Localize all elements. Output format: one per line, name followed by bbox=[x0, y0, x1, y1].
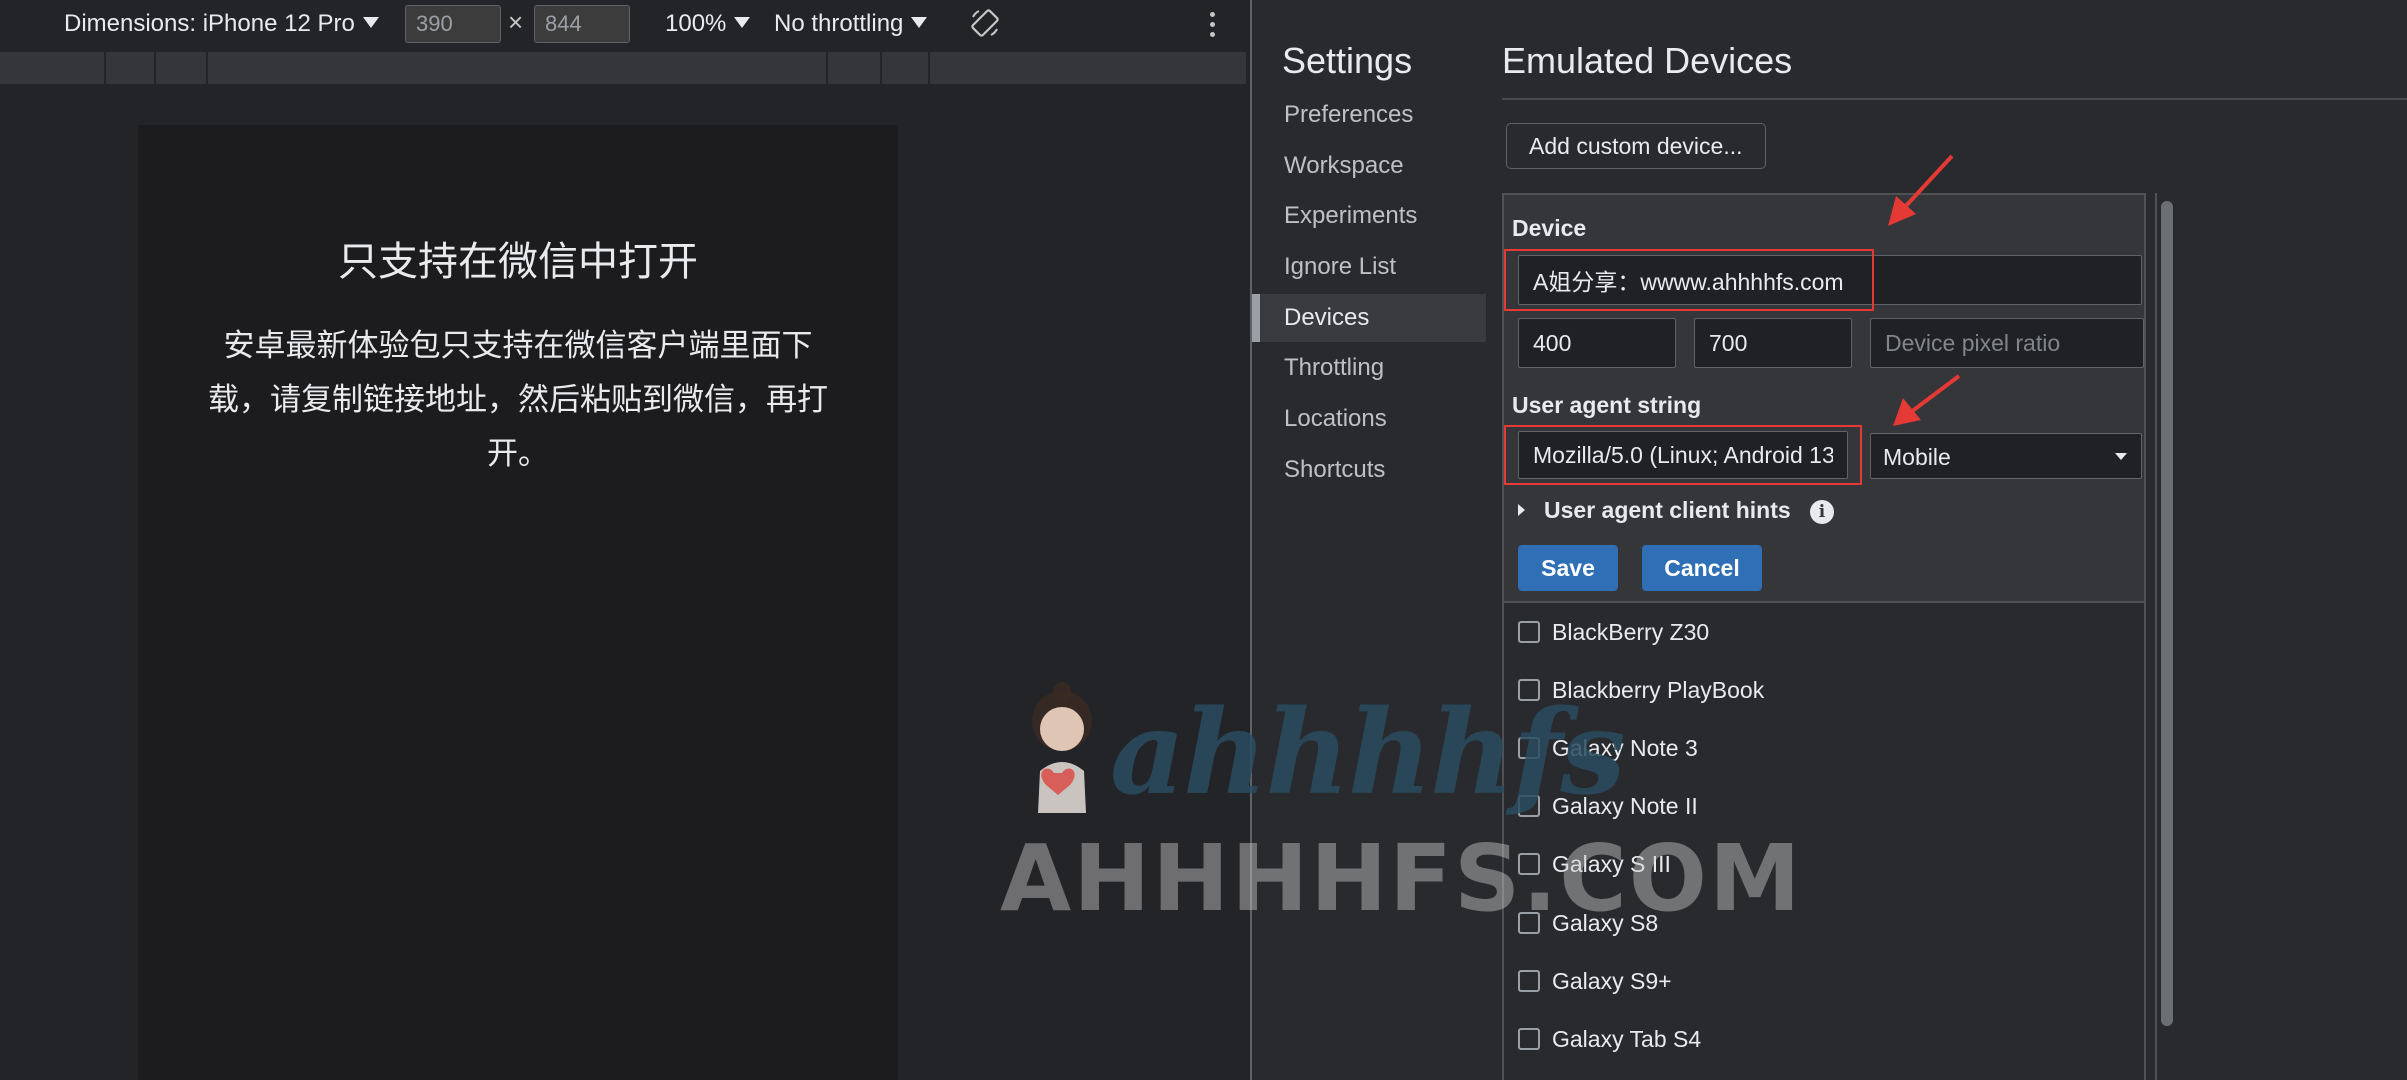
checkbox[interactable] bbox=[1518, 679, 1540, 701]
save-button[interactable]: Save bbox=[1518, 545, 1618, 591]
page-title: 只支持在微信中打开 bbox=[338, 239, 698, 285]
nav-throttling[interactable]: Throttling bbox=[1252, 344, 1486, 392]
user-agent-type-value: Mobile bbox=[1883, 444, 1951, 470]
emulated-page: 只支持在微信中打开 安卓最新体验包只支持在微信客户端里面下载，请复制链接地址，然… bbox=[138, 125, 898, 1080]
nav-locations[interactable]: Locations bbox=[1252, 395, 1486, 443]
dimensions-dropdown[interactable]: Dimensions: iPhone 12 Pro bbox=[64, 10, 379, 38]
checkbox[interactable] bbox=[1518, 621, 1540, 643]
nav-experiments[interactable]: Experiments bbox=[1252, 192, 1486, 240]
annotation-arrow-icon bbox=[1893, 374, 1961, 426]
device-height-input[interactable] bbox=[1694, 318, 1852, 368]
annotation-box-user-agent bbox=[1504, 425, 1862, 485]
add-custom-device-button[interactable]: Add custom device... bbox=[1506, 123, 1766, 169]
client-hints-label: User agent client hints bbox=[1544, 497, 1791, 523]
device-width-input[interactable] bbox=[1518, 318, 1676, 368]
annotation-box-device-name bbox=[1504, 249, 1874, 311]
nav-shortcuts[interactable]: Shortcuts bbox=[1252, 446, 1486, 494]
scrollbar-thumb[interactable] bbox=[2161, 201, 2173, 1026]
caret-down-icon bbox=[734, 17, 751, 29]
checkbox[interactable] bbox=[1518, 970, 1540, 992]
zoom-label: 100% bbox=[665, 10, 727, 37]
cancel-button[interactable]: Cancel bbox=[1642, 545, 1762, 591]
device-label: Galaxy Note II bbox=[1552, 793, 1698, 819]
scrollbar[interactable] bbox=[2155, 193, 2175, 1080]
rotate-icon[interactable] bbox=[970, 8, 1000, 38]
checkbox[interactable] bbox=[1518, 853, 1540, 875]
media-query-ruler[interactable] bbox=[0, 52, 1246, 84]
caret-down-icon bbox=[911, 17, 928, 29]
device-label: BlackBerry Z30 bbox=[1552, 619, 1710, 645]
checkbox[interactable] bbox=[1518, 912, 1540, 934]
annotation-arrow-icon bbox=[1888, 154, 1954, 226]
emulated-devices-title: Emulated Devices bbox=[1502, 40, 1793, 81]
height-input[interactable] bbox=[534, 5, 630, 43]
dimensions-label: Dimensions: iPhone 12 Pro bbox=[64, 10, 355, 37]
device-label: Galaxy S III bbox=[1552, 851, 1671, 877]
caret-right-icon bbox=[1518, 504, 1525, 516]
device-toolbar: Dimensions: iPhone 12 Pro × 100% No thro… bbox=[0, 0, 1250, 48]
title-divider bbox=[1502, 98, 2407, 100]
device-label: Galaxy Tab S4 bbox=[1552, 1026, 1702, 1052]
device-list: BlackBerry Z30 Blackberry PlayBook Galax… bbox=[1502, 603, 2146, 1080]
times-symbol: × bbox=[508, 7, 524, 37]
chevron-down-icon bbox=[2115, 453, 2127, 460]
device-label: Galaxy S8 bbox=[1552, 910, 1659, 936]
user-agent-type-select[interactable]: Mobile bbox=[1870, 433, 2142, 479]
throttling-label: No throttling bbox=[774, 10, 904, 37]
width-input[interactable] bbox=[405, 5, 501, 43]
device-section-label: Device bbox=[1512, 215, 1587, 241]
checkbox[interactable] bbox=[1518, 1028, 1540, 1050]
more-vertical-icon[interactable] bbox=[1205, 10, 1219, 40]
settings-pane: Settings Preferences Workspace Experimen… bbox=[1250, 0, 2407, 1080]
settings-title: Settings bbox=[1282, 40, 1413, 81]
checkbox[interactable] bbox=[1518, 795, 1540, 817]
device-label: Galaxy Note 3 bbox=[1552, 735, 1698, 761]
page-message: 安卓最新体验包只支持在微信客户端里面下载，请复制链接地址，然后粘贴到微信，再打开… bbox=[208, 328, 828, 472]
nav-preferences[interactable]: Preferences bbox=[1252, 91, 1486, 139]
nav-devices[interactable]: Devices bbox=[1252, 294, 1486, 342]
checkbox[interactable] bbox=[1518, 737, 1540, 759]
info-icon[interactable]: i bbox=[1810, 500, 1834, 524]
device-editor: Device User agent string Mobile User age… bbox=[1502, 193, 2146, 603]
caret-down-icon bbox=[362, 17, 379, 29]
nav-ignore-list[interactable]: Ignore List bbox=[1252, 243, 1486, 291]
device-label: Blackberry PlayBook bbox=[1552, 677, 1765, 703]
user-agent-label: User agent string bbox=[1512, 392, 1702, 418]
device-pixel-ratio-input[interactable] bbox=[1870, 318, 2144, 368]
device-label: Galaxy S9+ bbox=[1552, 968, 1672, 994]
throttling-dropdown[interactable]: No throttling bbox=[774, 10, 928, 38]
device-mode-area: Dimensions: iPhone 12 Pro × 100% No thro… bbox=[0, 0, 1250, 1080]
zoom-dropdown[interactable]: 100% bbox=[665, 10, 751, 38]
nav-workspace[interactable]: Workspace bbox=[1252, 142, 1486, 190]
